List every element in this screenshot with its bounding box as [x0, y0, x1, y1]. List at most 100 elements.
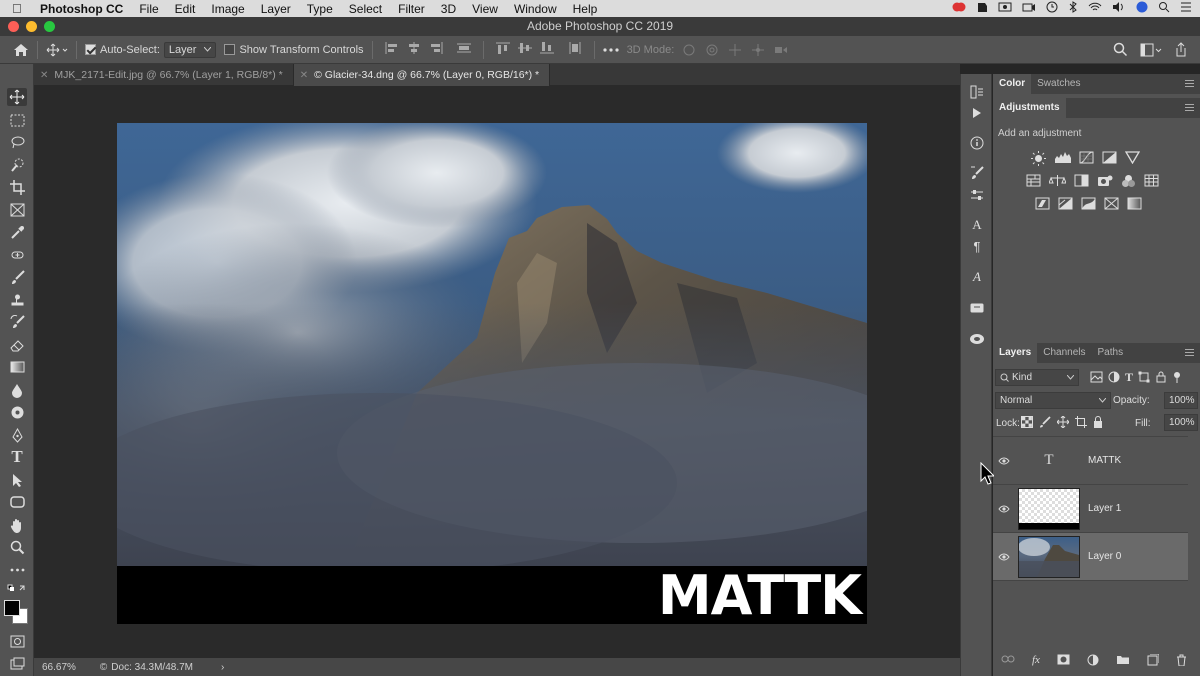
bluetooth-icon[interactable] [1068, 1, 1078, 13]
panel-menu-icon[interactable] [1185, 349, 1194, 356]
doc-size-info[interactable]: © Doc: 34.3M/48.7M › [100, 662, 224, 673]
curves-icon[interactable] [1079, 151, 1094, 166]
window-minimize-button[interactable] [26, 21, 37, 32]
move-tool-icon[interactable] [7, 88, 27, 106]
wifi-icon[interactable] [1088, 1, 1102, 13]
paragraph-panel-icon[interactable]: ¶ [969, 238, 985, 254]
align-bottom-icon[interactable] [536, 42, 558, 57]
delete-layer-icon[interactable] [1176, 654, 1187, 666]
foreground-color-swatch[interactable] [4, 600, 20, 616]
path-selection-tool-icon[interactable] [7, 471, 27, 489]
menu-3d[interactable]: 3D [441, 2, 456, 16]
auto-select-checkbox[interactable] [85, 44, 96, 55]
add-mask-icon[interactable] [1057, 654, 1070, 666]
menu-view[interactable]: View [472, 2, 498, 16]
close-tab-icon[interactable]: ✕ [40, 70, 48, 81]
tab-paths[interactable]: Paths [1092, 343, 1130, 363]
edit-toolbar-icon[interactable] [7, 561, 27, 579]
link-layers-icon[interactable] [1001, 654, 1015, 666]
tab-mjk-2171-edit[interactable]: ✕ MJK_2171-Edit.jpg @ 66.7% (Layer 1, RG… [34, 64, 294, 86]
3d-slide-icon[interactable] [751, 43, 765, 57]
apple-icon[interactable]:  [12, 1, 28, 16]
menu-edit[interactable]: Edit [175, 2, 196, 16]
align-right-icon[interactable] [425, 42, 447, 57]
threshold-icon[interactable] [1081, 197, 1096, 210]
tab-glacier-34[interactable]: ✕ © Glacier-34.dng @ 66.7% (Layer 0, RGB… [293, 64, 551, 86]
menu-layer[interactable]: Layer [261, 2, 291, 16]
exposure-icon[interactable] [1102, 151, 1117, 166]
brushes-panel-icon[interactable] [969, 165, 985, 181]
notification-center-icon[interactable] [1180, 1, 1192, 13]
align-top-icon[interactable] [492, 42, 514, 57]
filter-pixel-icon[interactable] [1090, 371, 1103, 383]
history-brush-tool-icon[interactable] [7, 313, 27, 331]
move-tool-preset-icon[interactable] [46, 43, 68, 57]
distribute-horizontal-icon[interactable] [564, 42, 586, 57]
new-layer-icon[interactable] [1147, 654, 1159, 666]
lock-all-icon[interactable] [1093, 416, 1103, 428]
menu-file[interactable]: File [139, 2, 158, 16]
lock-artboard-icon[interactable] [1075, 416, 1087, 428]
camera-icon[interactable] [1022, 1, 1036, 13]
photo-filter-icon[interactable] [1097, 174, 1113, 188]
filter-smart-object-icon[interactable] [1155, 371, 1167, 383]
show-transform-controls-checkbox[interactable] [224, 44, 236, 55]
selective-color-icon[interactable] [1104, 197, 1119, 210]
crop-tool-icon[interactable] [7, 178, 27, 196]
menu-image[interactable]: Image [211, 2, 244, 16]
lasso-tool-icon[interactable] [7, 133, 27, 151]
more-options-icon[interactable] [602, 47, 619, 52]
levels-icon[interactable] [1054, 151, 1071, 166]
document-image[interactable]: MATTK [117, 123, 867, 624]
3d-roll-icon[interactable] [705, 43, 719, 57]
panel-menu-icon[interactable] [1185, 80, 1194, 87]
eyedropper-tool-icon[interactable] [7, 223, 27, 241]
window-zoom-button[interactable] [44, 21, 55, 32]
lock-image-pixels-icon[interactable] [1039, 416, 1051, 428]
creative-cloud-icon[interactable] [952, 1, 966, 13]
history-panel-icon[interactable] [969, 84, 985, 100]
marquee-tool-icon[interactable] [7, 111, 27, 129]
menu-app-name[interactable]: Photoshop CC [40, 2, 123, 16]
menu-window[interactable]: Window [514, 2, 557, 16]
tab-channels[interactable]: Channels [1037, 343, 1091, 363]
opacity-input[interactable]: 100% [1164, 392, 1198, 409]
default-colors-icon[interactable] [7, 583, 27, 595]
gradient-map-icon[interactable] [1127, 197, 1142, 210]
actions-play-icon[interactable] [969, 105, 985, 121]
align-left-icon[interactable] [381, 42, 403, 57]
lock-position-icon[interactable] [1057, 416, 1069, 428]
panel-menu-icon[interactable] [1185, 104, 1194, 111]
blend-mode-dropdown[interactable]: Normal [995, 392, 1111, 409]
layer-filter-kind-dropdown[interactable]: Kind [995, 369, 1079, 386]
hue-saturation-icon[interactable] [1026, 174, 1041, 188]
new-group-icon[interactable] [1116, 654, 1130, 666]
chevron-right-icon[interactable]: › [221, 662, 224, 673]
3d-scale-icon[interactable] [774, 43, 788, 57]
user-account-icon[interactable] [1136, 1, 1148, 13]
menu-filter[interactable]: Filter [398, 2, 425, 16]
filter-type-icon[interactable]: T [1125, 371, 1133, 383]
menu-select[interactable]: Select [349, 2, 382, 16]
tab-adjustments[interactable]: Adjustments [993, 98, 1066, 118]
character-panel-icon[interactable]: A [969, 217, 985, 233]
brush-settings-icon[interactable] [969, 187, 985, 203]
align-middle-vertical-icon[interactable] [514, 42, 536, 57]
vibrance-icon[interactable] [1125, 151, 1140, 166]
visibility-eye-icon[interactable] [993, 505, 1015, 513]
layer-row-layer-0[interactable]: Layer 0 [993, 533, 1188, 581]
black-white-icon[interactable] [1074, 174, 1089, 188]
distribute-vertical-icon[interactable] [453, 42, 475, 57]
home-icon[interactable] [13, 43, 29, 57]
eraser-tool-icon[interactable] [7, 336, 27, 354]
tab-color[interactable]: Color [993, 74, 1032, 94]
channel-mixer-icon[interactable] [1121, 174, 1136, 188]
workspace-icon[interactable] [1140, 43, 1162, 57]
3d-drag-icon[interactable] [728, 43, 742, 57]
filter-toggle-icon[interactable] [1172, 371, 1182, 383]
volume-icon[interactable] [1112, 1, 1126, 13]
type-tool-icon[interactable]: T [7, 447, 27, 466]
window-close-button[interactable] [8, 21, 19, 32]
evernote-icon[interactable] [976, 1, 988, 13]
info-panel-icon[interactable] [969, 135, 985, 151]
